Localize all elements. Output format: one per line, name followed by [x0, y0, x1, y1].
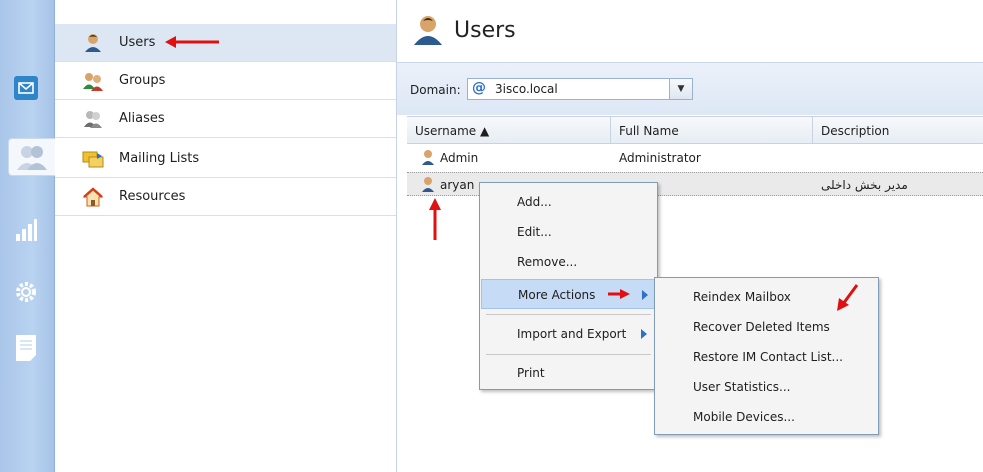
grid-header: Username ▲ Full Name Description	[407, 116, 983, 144]
nav-item-mailing-lists[interactable]: Mailing Lists	[55, 140, 396, 178]
domain-select[interactable]: @ 3isco.local ▼	[467, 78, 693, 100]
column-header-full-name[interactable]: Full Name	[619, 124, 679, 138]
menu-item-add[interactable]: Add...	[480, 187, 657, 217]
nav-item-label: Aliases	[119, 111, 165, 126]
table-row[interactable]: Admin Administrator	[407, 146, 983, 170]
at-icon: @	[472, 80, 486, 96]
reports-icon[interactable]	[8, 212, 44, 248]
menu-item-restore-im-contact-list[interactable]: Restore IM Contact List...	[655, 342, 878, 372]
user-icon	[414, 16, 442, 45]
app-rail	[0, 0, 55, 472]
cell-description: مدیر بخش داخلی	[821, 178, 908, 192]
home-icon	[82, 187, 104, 207]
notes-icon[interactable]	[8, 330, 44, 366]
menu-item-mobile-devices[interactable]: Mobile Devices...	[655, 402, 878, 432]
menu-item-label: Import and Export	[517, 327, 627, 341]
menu-item-label: Edit...	[517, 225, 552, 239]
user-icon	[85, 34, 101, 52]
annotation-arrow	[165, 36, 219, 48]
nav-item-label: Users	[119, 35, 156, 50]
menu-item-more-actions[interactable]: More Actions	[481, 279, 656, 309]
submenu-arrow-icon	[641, 329, 647, 339]
menu-item-label: User Statistics...	[693, 380, 791, 394]
nav-item-groups[interactable]: Groups	[55, 62, 396, 100]
menu-item-label: Print	[517, 366, 545, 380]
alias-icon	[84, 111, 102, 128]
menu-item-label: Reindex Mailbox	[693, 290, 791, 304]
annotation-arrow	[837, 284, 859, 311]
cell-username: aryan	[440, 178, 475, 192]
menu-divider	[486, 354, 651, 355]
domain-value: 3isco.local	[495, 82, 558, 96]
nav-item-resources[interactable]: Resources	[55, 178, 396, 216]
menu-item-label: More Actions	[518, 288, 596, 302]
cell-username: Admin	[440, 151, 479, 165]
column-header-username[interactable]: Username ▲	[415, 124, 489, 138]
nav-item-users[interactable]: Users	[55, 24, 396, 62]
menu-item-label: Restore IM Contact List...	[693, 350, 843, 364]
column-header-description[interactable]: Description	[821, 124, 889, 138]
column-divider[interactable]	[812, 117, 813, 143]
nav-item-label: Groups	[119, 73, 166, 88]
menu-item-print[interactable]: Print	[480, 358, 657, 388]
user-icon	[422, 177, 434, 192]
menu-item-recover-deleted-items[interactable]: Recover Deleted Items	[655, 312, 878, 342]
menu-item-user-statistics[interactable]: User Statistics...	[655, 372, 878, 402]
nav-item-aliases[interactable]: Aliases	[55, 100, 396, 138]
menu-item-import-export[interactable]: Import and Export	[480, 319, 657, 349]
group-icon	[83, 73, 103, 91]
toolbar: Domain: @ 3isco.local ▼	[397, 62, 983, 115]
context-menu: Add... Edit... Remove... More Actions Im…	[479, 182, 658, 390]
cell-full-name: Administrator	[619, 151, 701, 165]
annotation-arrow	[429, 198, 441, 240]
menu-item-label: Remove...	[517, 255, 578, 269]
column-divider[interactable]	[610, 117, 611, 143]
chevron-down-icon[interactable]: ▼	[669, 79, 692, 99]
nav-item-label: Resources	[119, 189, 186, 204]
mail-icon[interactable]	[8, 70, 44, 106]
title-bar: Users	[397, 0, 983, 62]
submenu-arrow-icon	[642, 290, 648, 300]
menu-item-label: Mobile Devices...	[693, 410, 795, 424]
users-icon[interactable]	[8, 138, 55, 176]
menu-divider	[486, 314, 651, 315]
navigation-tree: Users Groups Aliases Mailing Lists Resou…	[55, 0, 397, 472]
menu-item-edit[interactable]: Edit...	[480, 217, 657, 247]
mailing-list-icon	[82, 151, 104, 168]
annotation-arrow	[608, 289, 630, 299]
menu-item-remove[interactable]: Remove...	[480, 247, 657, 277]
page-title: Users	[454, 18, 516, 43]
domain-label: Domain:	[410, 83, 461, 97]
menu-item-label: Recover Deleted Items	[693, 320, 830, 334]
settings-icon[interactable]	[8, 274, 44, 310]
user-icon	[422, 150, 434, 165]
more-actions-submenu: Reindex Mailbox Recover Deleted Items Re…	[654, 277, 879, 435]
nav-item-label: Mailing Lists	[119, 151, 200, 166]
menu-item-label: Add...	[517, 195, 552, 209]
